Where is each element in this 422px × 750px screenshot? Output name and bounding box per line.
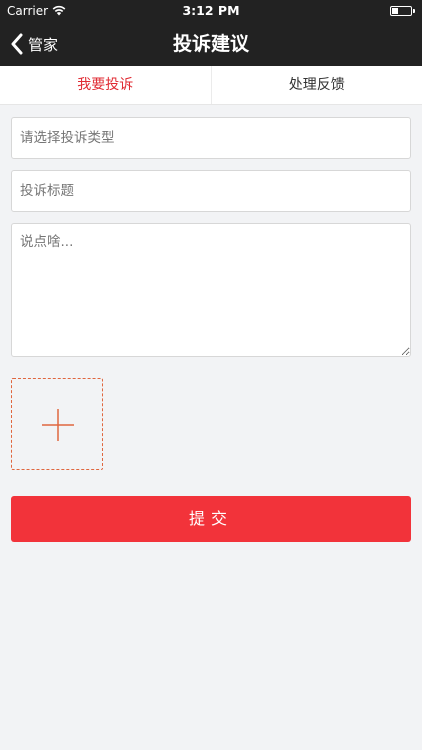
- status-bar: Carrier 3:12 PM: [0, 0, 422, 22]
- nav-bar: 管家 投诉建议: [0, 22, 422, 66]
- battery-icon: [390, 6, 415, 16]
- submit-button[interactable]: 提交: [11, 496, 411, 542]
- tab-feedback[interactable]: 处理反馈: [210, 66, 422, 104]
- complaint-title-input[interactable]: [11, 170, 411, 212]
- complaint-type-select[interactable]: [11, 117, 411, 159]
- plus-icon: [42, 409, 74, 441]
- tab-submit-complaint[interactable]: 我要投诉: [0, 66, 211, 104]
- tab-bar: 我要投诉 处理反馈: [0, 66, 422, 105]
- complaint-content-textarea[interactable]: [11, 223, 411, 357]
- status-time: 3:12 PM: [182, 3, 240, 18]
- header: Carrier 3:12 PM 管家 投诉建议: [0, 0, 422, 66]
- page-title: 投诉建议: [172, 33, 249, 55]
- complaint-form: 提交: [0, 105, 422, 542]
- add-image-button[interactable]: [11, 378, 103, 470]
